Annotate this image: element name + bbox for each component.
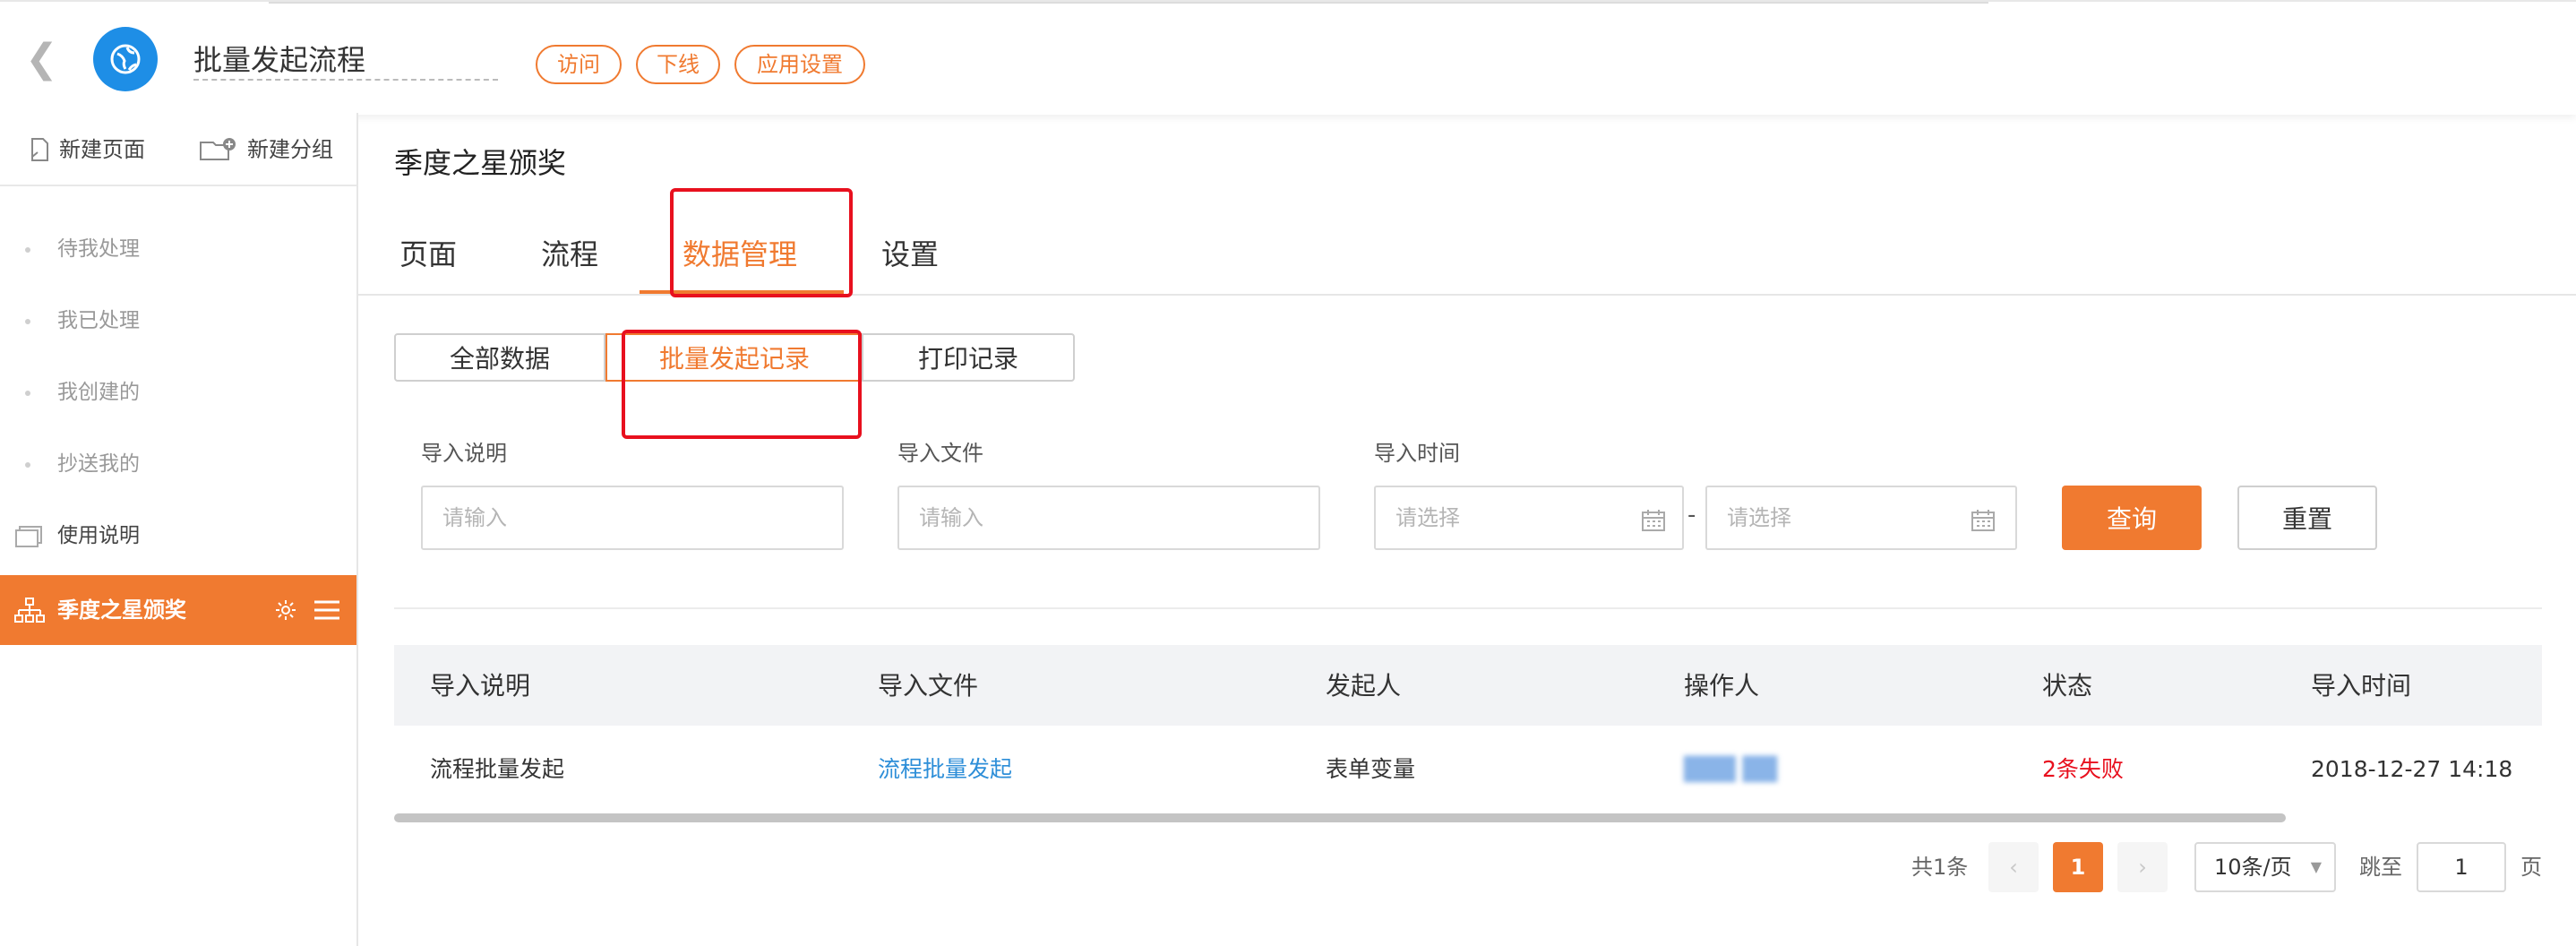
sidebar-item-processed[interactable]: 我已处理: [0, 301, 356, 340]
sidebar-item-cc[interactable]: 抄送我的: [0, 444, 356, 484]
new-page-label: 新建页面: [59, 137, 145, 162]
bullet-icon: [25, 462, 30, 468]
page-size-value: 10条/页: [2214, 855, 2292, 880]
highlight-box: [670, 188, 853, 297]
table-header: 导入说明 导入文件 发起人 操作人 状态 导入时间: [394, 645, 2542, 726]
top-border: [269, 2, 1988, 4]
active-form-label: 季度之星颁奖: [57, 598, 186, 623]
sidebar-item-usage[interactable]: 使用说明: [0, 516, 356, 555]
filter-file-label: 导入文件: [897, 441, 983, 466]
app-header: ❮ 批量发起流程 访问 下线 应用设置: [0, 0, 2576, 115]
filter-desc-label: 导入说明: [421, 441, 507, 466]
tab-page[interactable]: 页面: [399, 235, 457, 274]
date-separator: -: [1687, 502, 1696, 529]
column-header: 导入说明: [430, 671, 531, 701]
globe-icon: [93, 27, 158, 91]
sidebar-item-pending[interactable]: 待我处理: [0, 229, 356, 269]
page-suffix: 页: [2520, 855, 2542, 880]
jump-page-input[interactable]: [2417, 842, 2506, 892]
calendar-icon[interactable]: [1971, 509, 1996, 532]
new-page-icon: [31, 138, 48, 161]
app-settings-button[interactable]: 应用设置: [734, 45, 865, 84]
file-input[interactable]: [897, 486, 1320, 550]
bullet-icon: [25, 247, 30, 253]
visit-button[interactable]: 访问: [536, 45, 622, 84]
sidebar-item-label: 我已处理: [57, 309, 140, 332]
chevron-right-icon: ›: [2138, 855, 2147, 880]
bullet-icon: [25, 319, 30, 324]
table-row: 流程批量发起 流程批量发起 表单变量 ███ ██ 2条失败 2018-12-2…: [394, 726, 2542, 812]
column-header: 发起人: [1326, 671, 1402, 701]
new-group-button[interactable]: 新建分组: [199, 136, 333, 163]
column-header: 状态: [2042, 671, 2093, 701]
page-size-select[interactable]: 10条/页 ▼: [2194, 842, 2336, 892]
menu-icon[interactable]: [313, 598, 340, 622]
reset-button[interactable]: 重置: [2237, 486, 2377, 550]
new-page-button[interactable]: 新建页面: [29, 136, 145, 163]
caret-down-icon: ▼: [2310, 858, 2322, 875]
bullet-icon: [25, 391, 30, 396]
sidebar-actions: 新建页面 新建分组: [0, 113, 356, 186]
back-arrow-icon[interactable]: ❮: [25, 38, 58, 81]
cell-status[interactable]: 2条失败: [2042, 754, 2124, 785]
tab-settings[interactable]: 设置: [881, 235, 939, 274]
column-header: 导入时间: [2311, 671, 2412, 701]
cell-file-link[interactable]: 流程批量发起: [878, 754, 1012, 785]
page-title: 季度之星颁奖: [394, 146, 567, 180]
cell-initiator: 表单变量: [1326, 756, 1416, 782]
new-folder-icon: [200, 138, 236, 160]
highlight-box: [622, 330, 862, 439]
chevron-left-icon: ‹: [2009, 855, 2018, 880]
sidebar-item-label: 我创建的: [57, 381, 140, 404]
calendar-icon[interactable]: [1641, 509, 1666, 532]
app-title[interactable]: 批量发起流程: [193, 41, 498, 81]
cell-desc: 流程批量发起: [430, 756, 565, 782]
sidebar: 新建页面 新建分组 待我处理 我已处理 我创建的 抄送我的 使用说明 季度之星颁…: [0, 113, 358, 946]
subtab-print-records[interactable]: 打印记录: [862, 333, 1075, 382]
filter-time-label: 导入时间: [1374, 441, 1460, 466]
tab-process[interactable]: 流程: [541, 235, 598, 274]
filter-divider: [394, 607, 2542, 609]
jump-label: 跳至: [2359, 855, 2402, 880]
desc-input[interactable]: [421, 486, 844, 550]
query-button[interactable]: 查询: [2062, 486, 2202, 550]
sidebar-item-created[interactable]: 我创建的: [0, 373, 356, 412]
column-header: 操作人: [1684, 671, 1760, 701]
org-chart-icon: [14, 598, 45, 623]
sidebar-item-label: 抄送我的: [57, 452, 140, 476]
gear-icon[interactable]: [274, 598, 297, 622]
start-date-input[interactable]: [1374, 486, 1684, 550]
next-page-button[interactable]: ›: [2117, 842, 2168, 892]
sidebar-item-label: 待我处理: [57, 237, 140, 261]
page-1-button[interactable]: 1: [2053, 842, 2103, 892]
offline-button[interactable]: 下线: [636, 45, 720, 84]
sidebar-item-label: 使用说明: [57, 524, 140, 547]
prev-page-button[interactable]: ‹: [1988, 842, 2039, 892]
cell-time: 2018-12-27 14:18: [2311, 756, 2513, 782]
cell-operator: ███ ██: [1684, 756, 1778, 782]
horizontal-scrollbar[interactable]: [394, 813, 2286, 822]
sidebar-item-active-form[interactable]: 季度之星颁奖: [0, 575, 356, 645]
document-icon: [15, 526, 42, 547]
new-group-label: 新建分组: [247, 137, 333, 162]
total-count: 共1条: [1911, 855, 1969, 880]
column-header: 导入文件: [878, 671, 979, 701]
subtab-all-data[interactable]: 全部数据: [394, 333, 605, 382]
